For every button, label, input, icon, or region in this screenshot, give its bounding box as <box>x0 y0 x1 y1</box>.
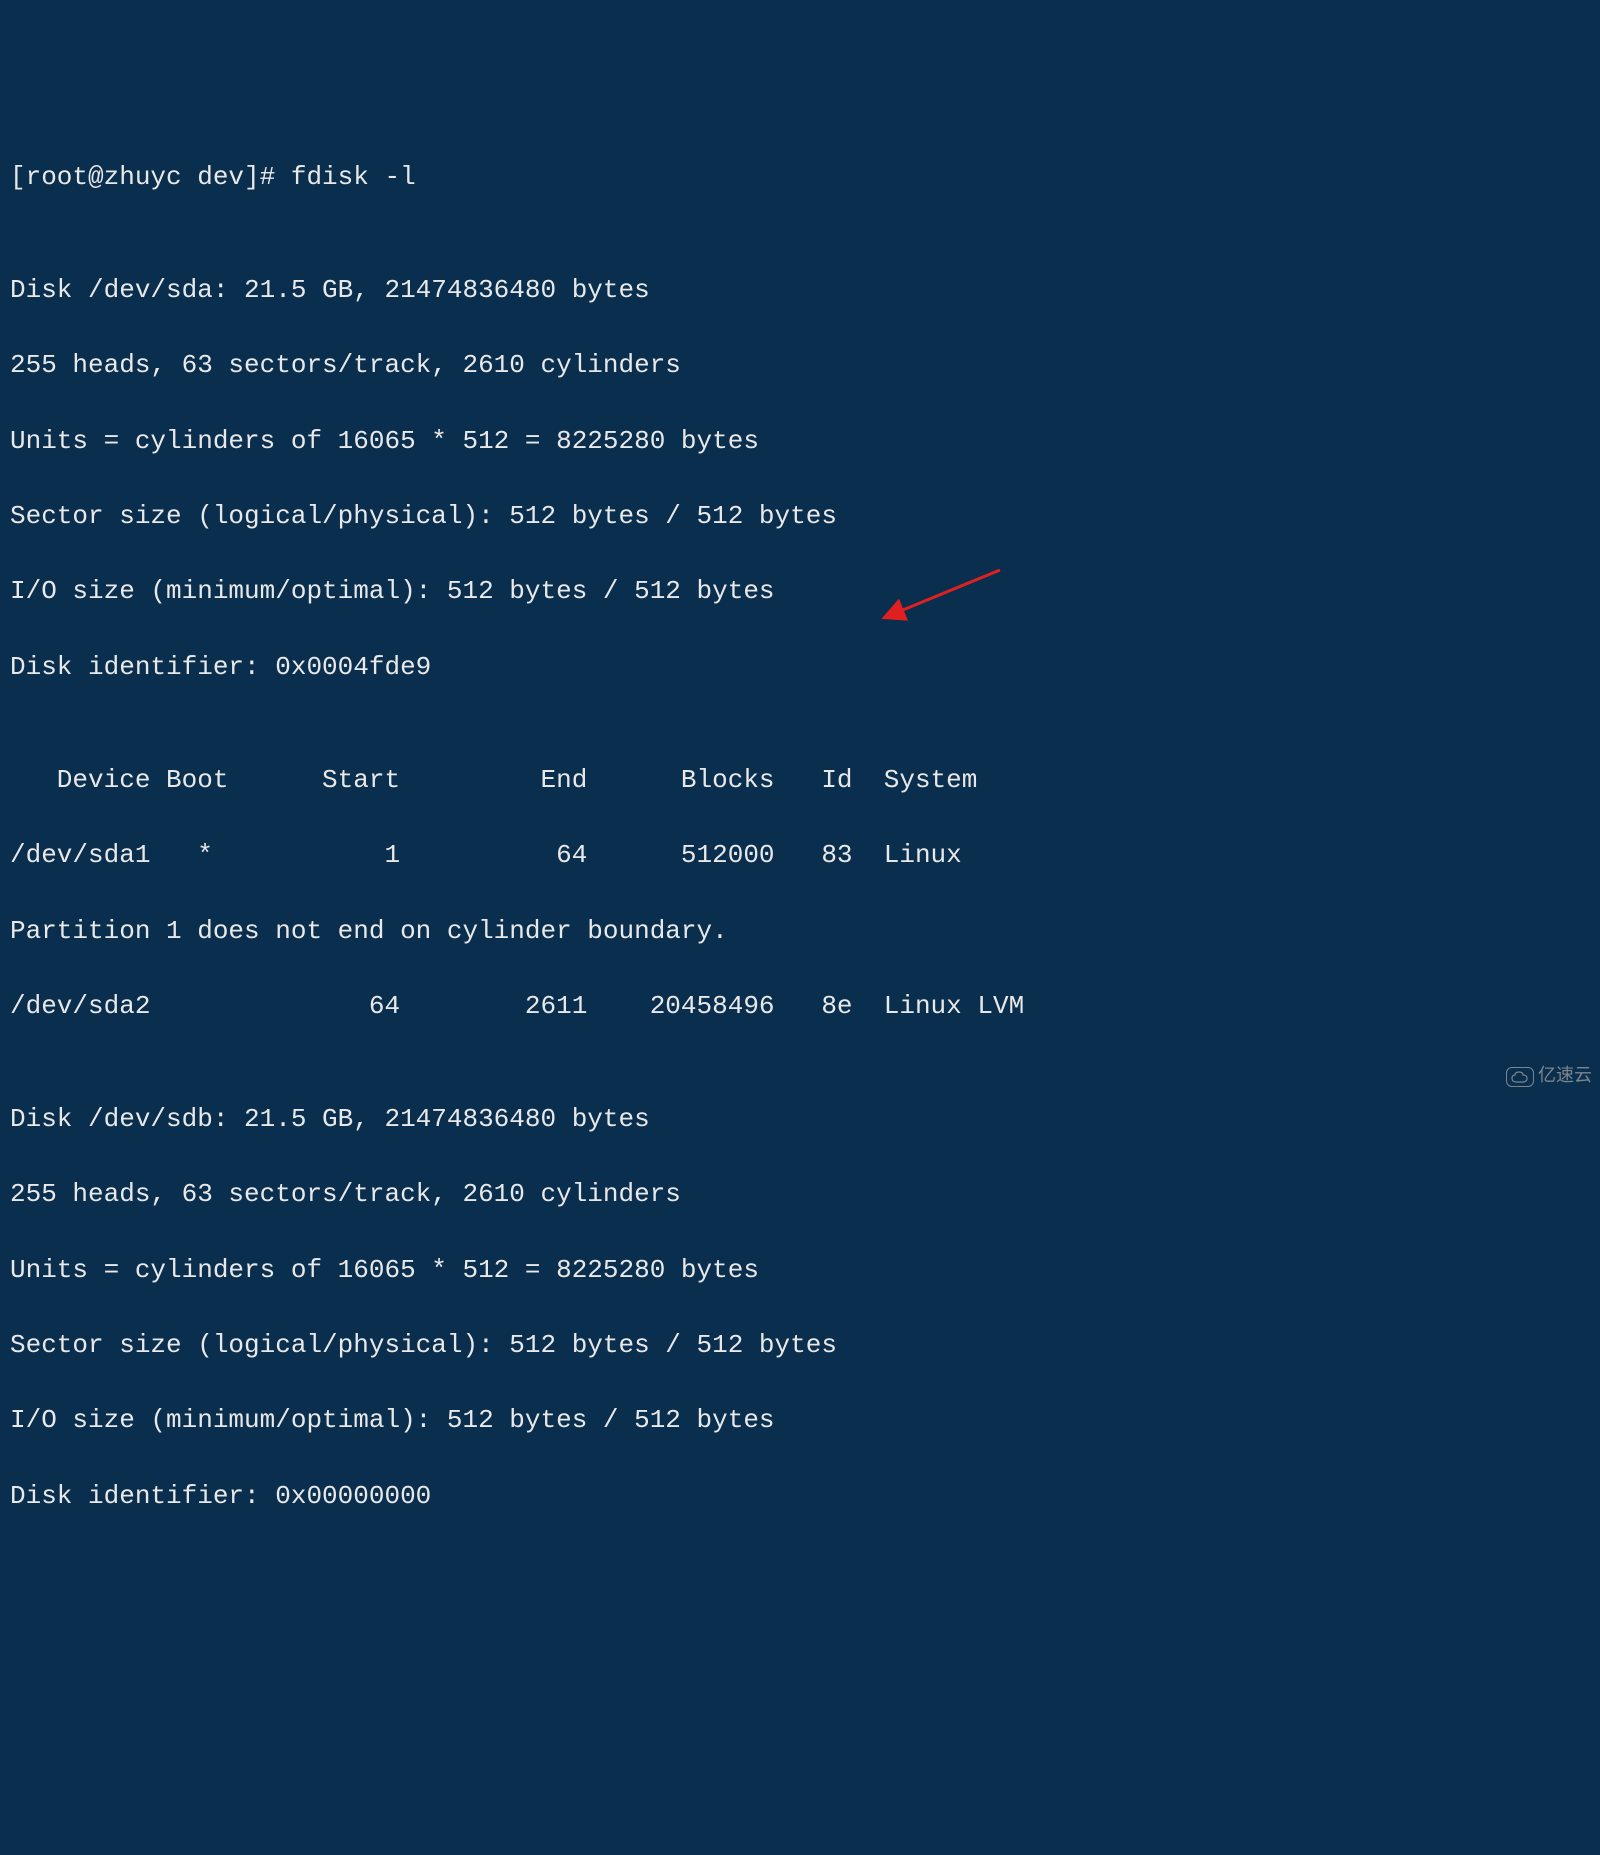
watermark-text: 亿速云 <box>1538 1064 1592 1090</box>
disk-sdb-identifier: Disk identifier: 0x00000000 <box>10 1478 1590 1516</box>
disk-sdb-header: Disk /dev/sdb: 21.5 GB, 21474836480 byte… <box>10 1101 1590 1139</box>
partition-boundary-warning: Partition 1 does not end on cylinder bou… <box>10 913 1590 951</box>
watermark: 亿速云 <box>1506 1064 1592 1090</box>
disk-sda-identifier: Disk identifier: 0x0004fde9 <box>10 649 1590 687</box>
disk-sda-sector-size: Sector size (logical/physical): 512 byte… <box>10 498 1590 536</box>
disk-sdb-geometry: 255 heads, 63 sectors/track, 2610 cylind… <box>10 1176 1590 1214</box>
disk-sda-geometry: 255 heads, 63 sectors/track, 2610 cylind… <box>10 347 1590 385</box>
partition-row-sda1: /dev/sda1 * 1 64 512000 83 Linux <box>10 837 1590 875</box>
disk-sda-header: Disk /dev/sda: 21.5 GB, 21474836480 byte… <box>10 272 1590 310</box>
command-prompt: [root@zhuyc dev]# fdisk -l <box>10 159 1590 197</box>
partition-row-sda2: /dev/sda2 64 2611 20458496 8e Linux LVM <box>10 988 1590 1026</box>
disk-sda-units: Units = cylinders of 16065 * 512 = 82252… <box>10 423 1590 461</box>
disk-sdb-sector-size: Sector size (logical/physical): 512 byte… <box>10 1327 1590 1365</box>
disk-sdb-units: Units = cylinders of 16065 * 512 = 82252… <box>10 1252 1590 1290</box>
cloud-icon <box>1506 1067 1534 1087</box>
disk-sda-io-size: I/O size (minimum/optimal): 512 bytes / … <box>10 573 1590 611</box>
disk-sdb-io-size: I/O size (minimum/optimal): 512 bytes / … <box>10 1402 1590 1440</box>
partition-table-header: Device Boot Start End Blocks Id System <box>10 762 1590 800</box>
